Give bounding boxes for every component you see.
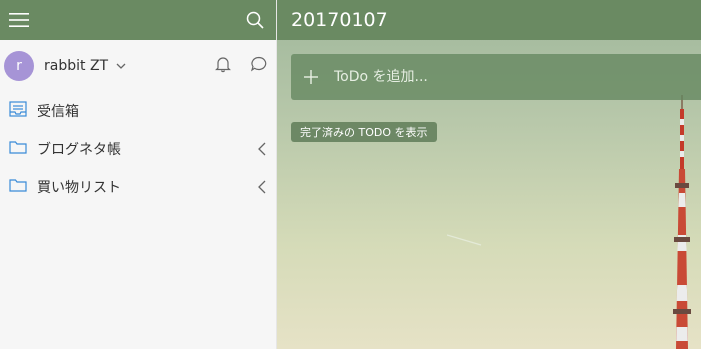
inbox-icon [9, 101, 27, 121]
show-completed-button[interactable]: 完了済みの TODO を表示 [291, 122, 437, 142]
sidebar: r rabbit ZT 受信箱 ブログネタ帳 買い物リスト [0, 0, 277, 349]
user-name[interactable]: rabbit ZT [44, 58, 108, 74]
search-icon[interactable] [244, 9, 266, 31]
chevron-down-icon[interactable] [116, 63, 126, 69]
list-title-bar: 20170107 [277, 0, 701, 40]
hamburger-menu-icon[interactable] [8, 9, 30, 31]
sidebar-item-label: ブログネタ帳 [37, 142, 121, 158]
avatar[interactable]: r [4, 51, 34, 81]
bell-icon[interactable] [214, 55, 232, 77]
background-streak [446, 232, 487, 251]
sidebar-item-inbox[interactable]: 受信箱 [0, 92, 276, 130]
plus-icon[interactable] [304, 70, 318, 84]
sidebar-item-blog-ideas[interactable]: ブログネタ帳 [0, 130, 276, 168]
sidebar-item-shopping-list[interactable]: 買い物リスト [0, 168, 276, 206]
folder-icon [9, 178, 27, 196]
add-todo-input[interactable] [332, 68, 636, 86]
list-nav: 受信箱 ブログネタ帳 買い物リスト [0, 92, 276, 206]
sidebar-item-label: 受信箱 [37, 104, 79, 120]
folder-icon [9, 140, 27, 158]
user-row: r rabbit ZT [0, 40, 276, 92]
sidebar-item-label: 買い物リスト [37, 180, 121, 196]
chat-icon[interactable] [250, 55, 268, 77]
main-panel: 20170107 完了済みの TODO [277, 0, 701, 349]
sidebar-header [0, 0, 276, 40]
chevron-left-icon[interactable] [258, 180, 266, 194]
background-tower-image [667, 95, 697, 349]
list-title[interactable]: 20170107 [291, 9, 388, 31]
chevron-left-icon[interactable] [258, 142, 266, 156]
add-todo-bar[interactable] [291, 54, 701, 100]
